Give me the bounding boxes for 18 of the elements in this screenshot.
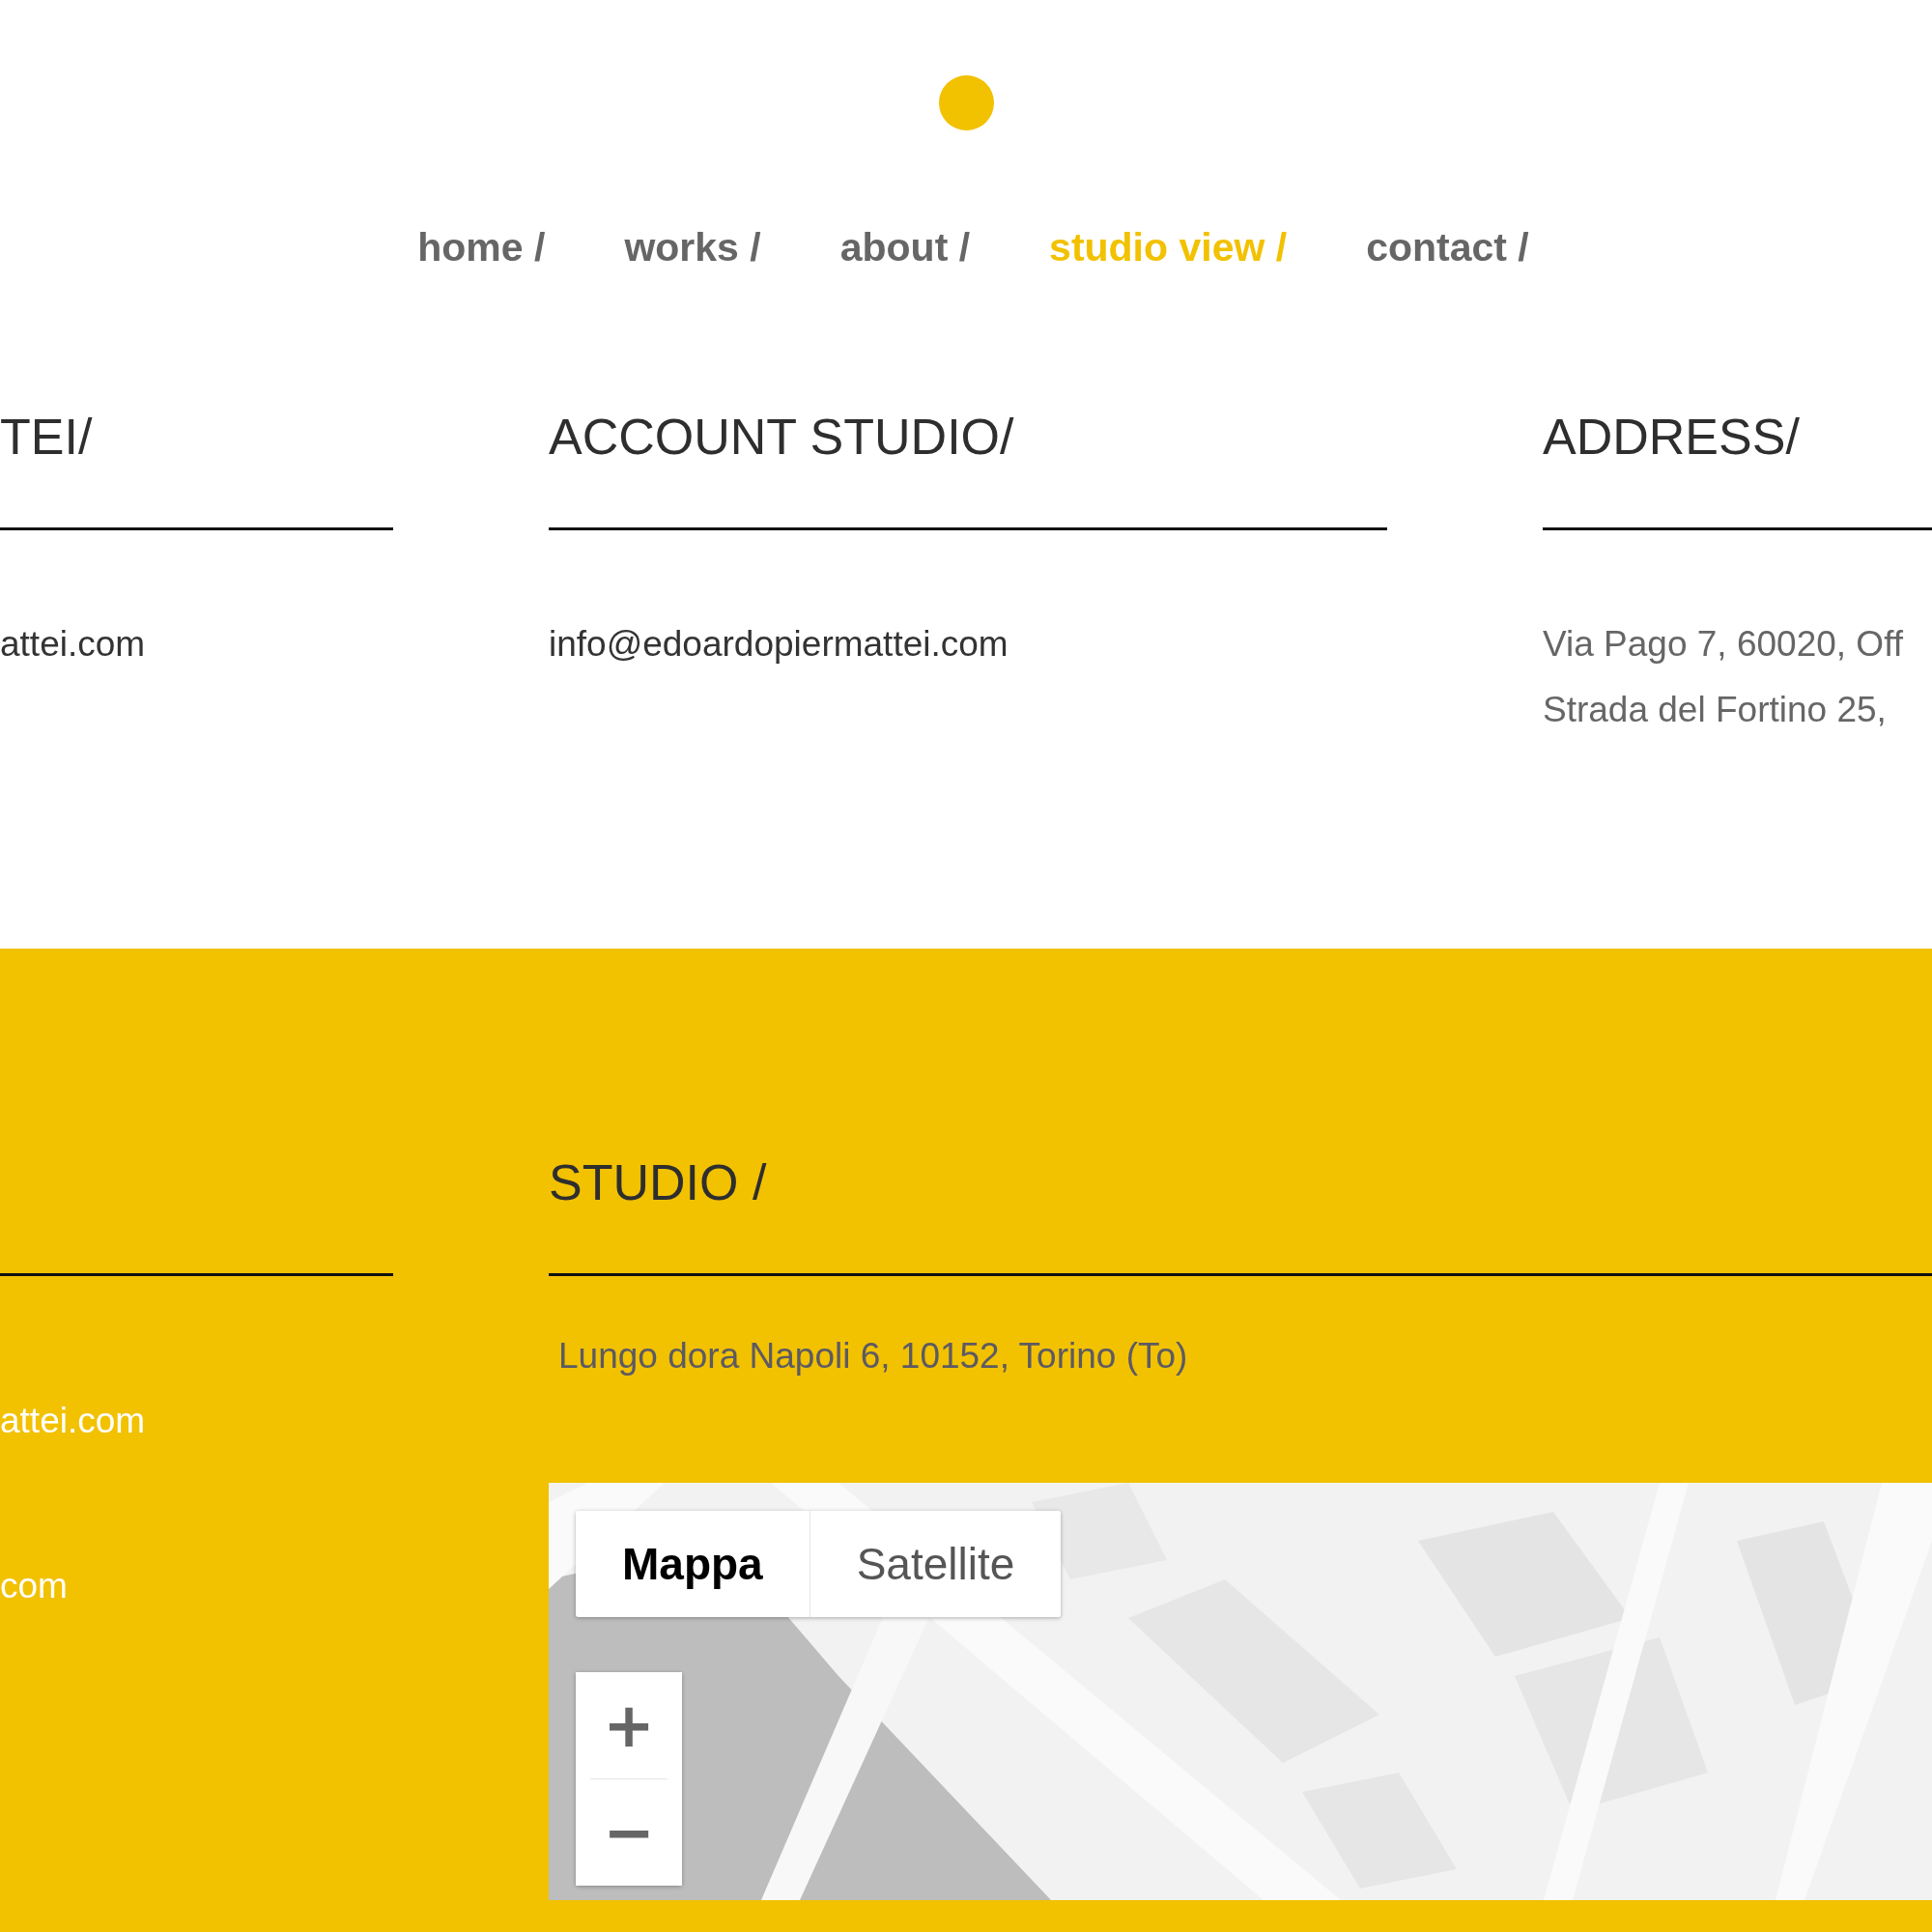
email-link[interactable]: info@edoardopiermattei.com xyxy=(549,611,1387,677)
section-heading: ACCOUNT STUDIO/ xyxy=(549,408,1015,467)
nav-link[interactable]: works / xyxy=(624,224,761,270)
section-heading: TEI/ xyxy=(0,408,94,467)
section-heading: ADDRESS/ xyxy=(1543,408,1801,467)
map-type-tab[interactable]: Satellite xyxy=(809,1511,1062,1617)
zoom-in-button[interactable]: + xyxy=(576,1672,682,1778)
address-text: Lungo dora Napoli 6, 10152, Torino (To) xyxy=(558,1335,1189,1378)
logo-dot-icon xyxy=(938,75,994,130)
address-text: Via Pago 7, 60020, Off xyxy=(1543,623,1905,666)
nav-link[interactable]: about / xyxy=(839,224,971,270)
email-link[interactable]: attei.com xyxy=(0,611,393,677)
map-type-tab[interactable]: Mappa xyxy=(576,1511,810,1617)
address-text: Strada del Fortino 25, xyxy=(1543,689,1888,731)
nav-link[interactable]: home / xyxy=(417,224,546,270)
nav-link[interactable]: contact / xyxy=(1366,224,1529,270)
zoom-out-button[interactable]: − xyxy=(576,1779,682,1886)
section-heading: STUDIO / xyxy=(549,1153,768,1212)
